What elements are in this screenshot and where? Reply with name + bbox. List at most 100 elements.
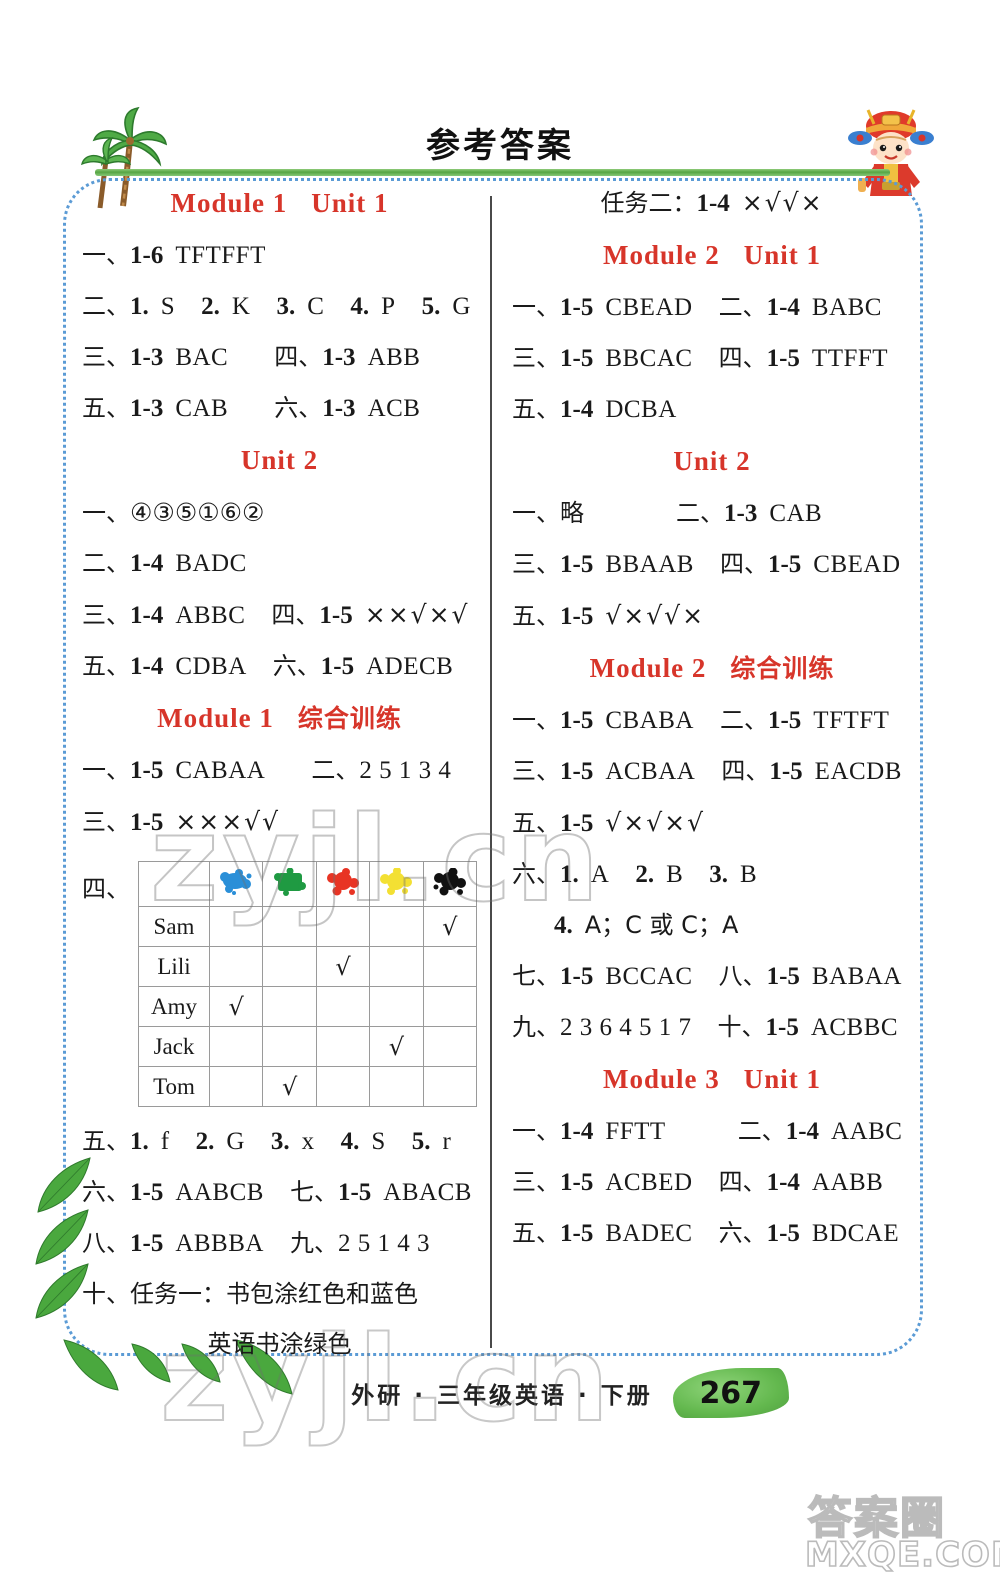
section-heading-m3u1: Module 3 Unit 1 — [512, 1066, 912, 1093]
item-range: 1-3 — [322, 344, 356, 371]
item-range: 1-5 — [765, 1014, 799, 1041]
item-number: 1. — [130, 1128, 149, 1155]
item-answer: ACB — [367, 395, 421, 422]
item-range: 1-5 — [766, 345, 800, 372]
answer-key-page: 参考答案 Module 1Unit 1 一、1-6TFTFFT 二、1. — [0, 0, 1000, 1583]
item-range: 1-5 — [560, 707, 594, 734]
task-one-text: 十、任务一：书包涂红色和蓝色 — [82, 1280, 418, 1308]
table-cell-checked: √ — [369, 1026, 424, 1067]
item-range: 1-4 — [130, 602, 164, 629]
section-heading-m1u2: Unit 2 — [82, 447, 477, 474]
item-answer: ABBBA — [175, 1230, 264, 1257]
item-marker: 五、 — [512, 602, 560, 630]
page-number-leaf-badge: 267 — [672, 1368, 789, 1418]
module-label: Module 1 — [170, 188, 288, 218]
task-two-line: 任务二： 1-4 ×√√× — [512, 190, 912, 216]
item-answer: G — [226, 1128, 245, 1155]
item-marker: 八、 — [718, 962, 767, 990]
answer-line: 七、 1-5 BCCAC 八、 1-5 BABAA — [512, 964, 912, 989]
table-header-row — [138, 861, 478, 907]
answer-line: 五、 1-5 √×√×√ — [512, 810, 912, 836]
item-range: 1-4 — [560, 396, 594, 423]
item-marker: 七、 — [289, 1178, 338, 1206]
answer-line: 三、 1-3 BAC 四、 1-3 ABB — [82, 345, 477, 370]
item-marker: 一、 — [512, 293, 560, 321]
item-marker: 一、 — [512, 1117, 560, 1145]
item-number: 4. — [554, 912, 573, 939]
item-range: 1-5 — [130, 1179, 164, 1206]
answer-line: 九、 2 3 6 4 5 1 7 十、 1-5 ACBBC — [512, 1015, 912, 1040]
item-marker: 二、 — [82, 549, 130, 577]
item-answer: AABC — [831, 1118, 903, 1145]
student-name-cell: Tom — [138, 1066, 210, 1107]
item-range: 1-3 — [724, 500, 758, 527]
answer-line: 三、 1-4 ABBC 四、 1-5 ××√×√ — [82, 602, 477, 628]
answer-line: 三、 1-5 BBAAB 四、 1-5 CBEAD — [512, 552, 912, 577]
item-answer: A — [590, 861, 610, 888]
item-answer: CAB — [175, 395, 229, 422]
answer-line: 二、 1. S 2. K 3. C 4. P 5. G — [82, 294, 477, 319]
answer-line: 4. A；C 或 C；A — [512, 913, 912, 938]
table-row: Lili √ — [138, 946, 478, 987]
answer-line: 一、 1-5 CBEAD 二、 1-4 BABC — [512, 295, 912, 320]
page-title: 参考答案 — [426, 126, 574, 166]
answer-line: 二、 1-4 BADC — [82, 551, 477, 576]
item-range: 1-5 — [560, 758, 594, 785]
right-answer-column: 任务二： 1-4 ×√√× Module 2 Unit 1 一、 1-5 CBEAD 二、 1… — [512, 190, 912, 1272]
item-range: 1-5 — [319, 602, 353, 629]
item-answer: ×××√√ — [175, 807, 281, 836]
item-range: 1-3 — [130, 344, 164, 371]
item-marker: 四、 — [271, 601, 320, 629]
item-marker: 四、 — [718, 344, 767, 372]
item-marker: 二、 — [311, 756, 360, 784]
item-answer: TFTFFT — [175, 242, 266, 269]
item-marker: 十、 — [717, 1013, 766, 1041]
answer-line: 五、 1-5 √×√√× — [512, 603, 912, 629]
item-number: 5. — [421, 293, 441, 320]
item-answer: r — [442, 1128, 452, 1155]
item-range: 1-5 — [560, 603, 594, 630]
table-corner-cell — [138, 861, 210, 907]
item-marker: 五、 — [82, 1127, 130, 1155]
item-answer: B — [666, 861, 684, 888]
item-answer: C — [307, 293, 325, 320]
section-heading-m1u1: Module 1 Unit 1 — [82, 190, 477, 217]
item-marker: 五、 — [82, 652, 130, 680]
table-cell — [369, 1066, 424, 1107]
unit-label: Unit 1 — [743, 1064, 822, 1094]
item-marker: 三、 — [82, 808, 130, 836]
check-mark-icon: √ — [442, 912, 458, 941]
table-cell — [315, 1026, 371, 1067]
item-marker: 八、 — [82, 1229, 130, 1257]
answer-line: 五、 1-4 CDBA 六、 1-5 ADECB — [82, 654, 477, 679]
item-marker: 二、 — [719, 706, 768, 734]
item-marker: 四、 — [719, 550, 768, 578]
item-answer: EACDB — [814, 758, 902, 785]
item-answer: BADC — [175, 550, 247, 577]
page-footer: 外研 · 三年级英语 · 下册 267 — [0, 1368, 1000, 1418]
item-marker: 五、 — [512, 809, 560, 837]
item-range: 1-3 — [130, 395, 164, 422]
item-answer: K — [231, 293, 251, 320]
answer-line: 一、略 二、 1-3 CAB — [512, 501, 912, 526]
red-paint-splat-icon — [326, 868, 360, 896]
module-label: Module 2 — [602, 240, 720, 270]
check-mark-icon: √ — [388, 1032, 405, 1061]
item-answer: BBAAB — [605, 551, 694, 578]
item-answer: 略 — [560, 499, 584, 527]
review-label: 综合训练 — [730, 654, 835, 683]
item-marker: 三、 — [512, 757, 560, 785]
item-number: 2. — [635, 861, 655, 888]
item-range: 1-5 — [769, 758, 803, 785]
item-marker: 六、 — [718, 1219, 767, 1247]
item-range: 1-5 — [560, 1169, 594, 1196]
item-number: 4. — [340, 1128, 360, 1155]
answer-line: 五、 1. f 2. G 3. x 4. S 5. r — [82, 1129, 477, 1154]
item-range: 1-5 — [560, 810, 594, 837]
check-mark-icon: √ — [335, 952, 351, 981]
item-answer: CBEAD — [605, 294, 693, 321]
task-line: 英语书涂绿色 — [82, 1332, 477, 1356]
section-heading-m2-review: Module 2 综合训练 — [512, 655, 912, 682]
module-label: Module 1 — [157, 703, 274, 733]
column-divider — [490, 196, 492, 1348]
